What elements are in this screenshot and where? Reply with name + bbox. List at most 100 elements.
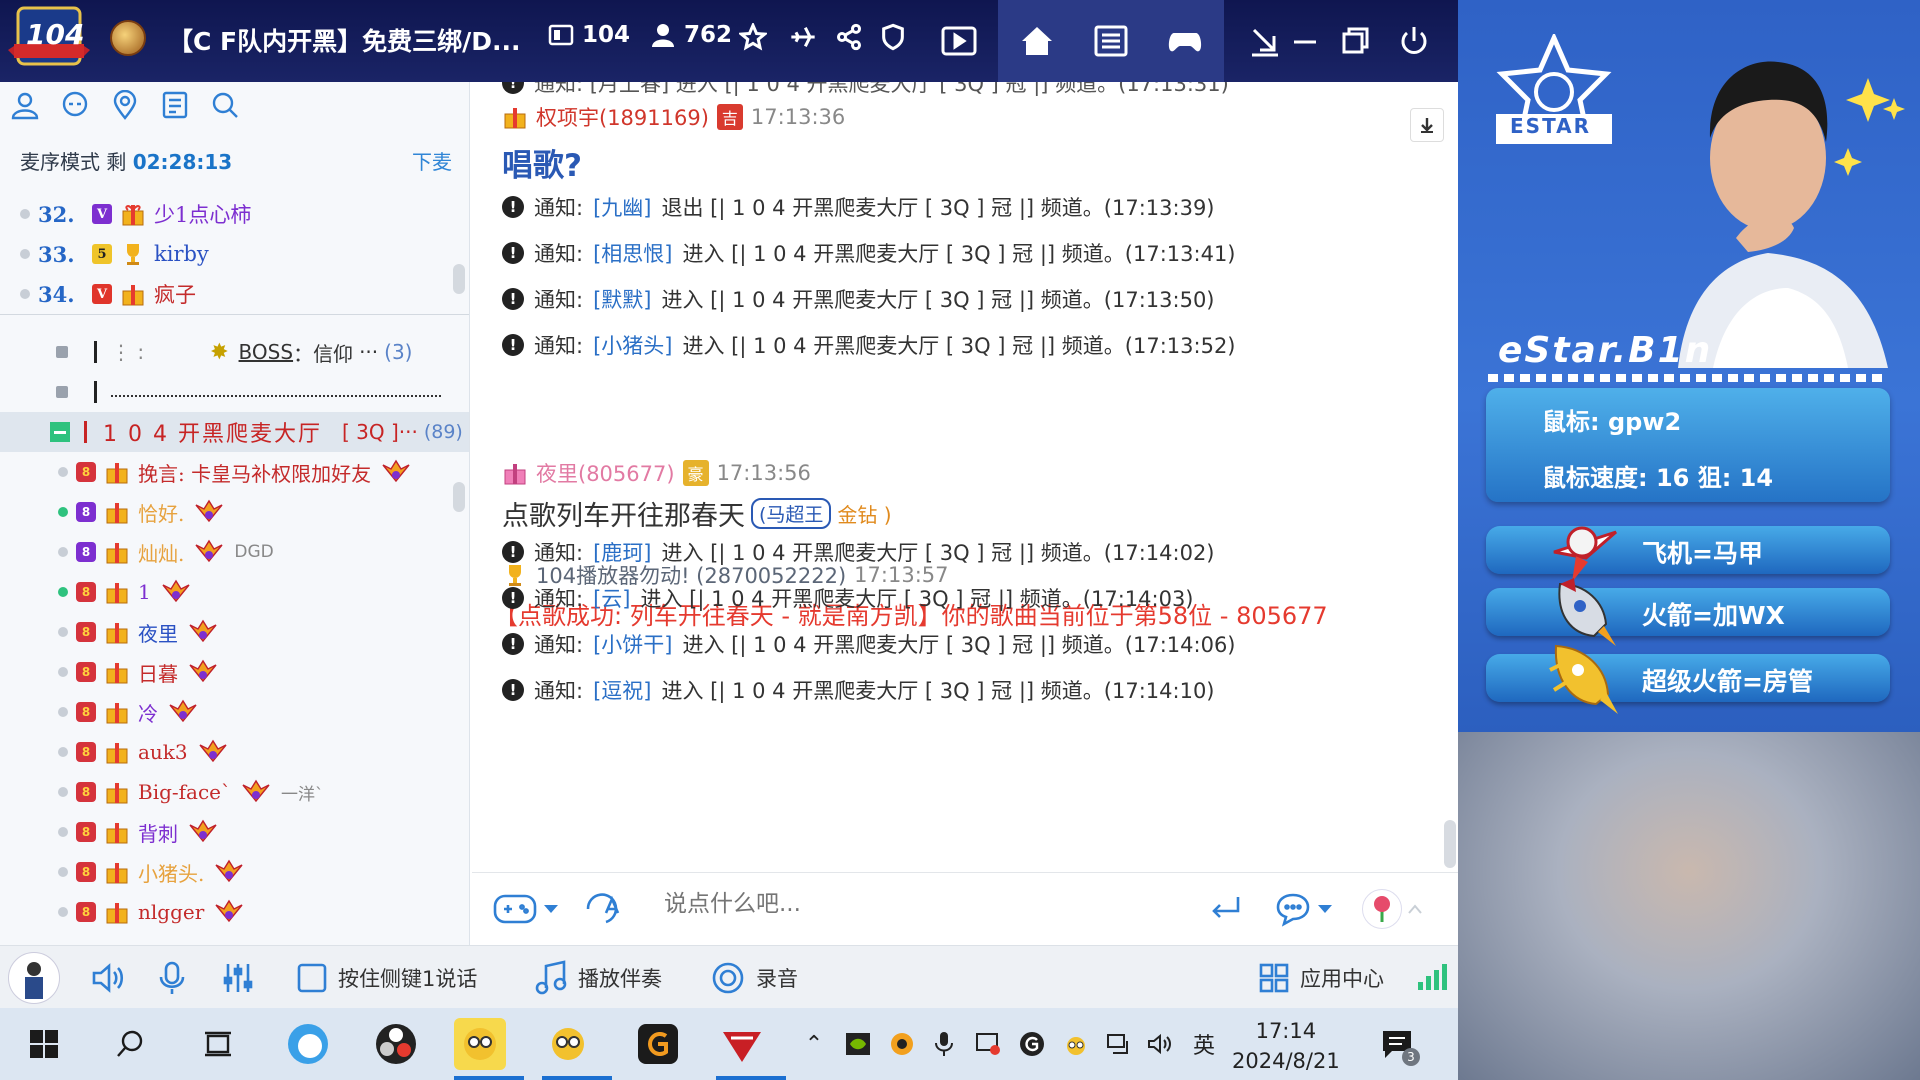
member-row[interactable]: 8 小猪头. (0, 852, 469, 892)
power-icon[interactable] (1384, 0, 1444, 82)
app-tray-icon[interactable] (888, 1030, 916, 1058)
translate-button[interactable] (584, 889, 624, 929)
notice-text: 通知: [月上春] 进入 [| 1 0 4 开黑爬麦大厅 [ 3Q ] 冠 |]… (534, 82, 1229, 96)
member-row[interactable]: 81 (0, 572, 469, 612)
notification-icon[interactable]: 3 (1380, 1028, 1420, 1066)
queue-scrollbar[interactable] (453, 264, 465, 294)
microphone-button[interactable] (156, 958, 188, 998)
ime-indicator[interactable]: 英 (1190, 1030, 1218, 1059)
avatar[interactable] (8, 952, 60, 1004)
grid-icon (1259, 963, 1289, 993)
emoji-game-button[interactable] (492, 889, 560, 929)
info-icon: ! (502, 679, 524, 701)
task-view-icon[interactable] (192, 1018, 244, 1070)
sub-channel-row[interactable] (0, 372, 469, 412)
message-type-button[interactable] (1274, 889, 1334, 929)
gift-icon (104, 539, 130, 565)
restore-icon[interactable] (1330, 0, 1380, 82)
notice-user[interactable]: [相思恨] (593, 238, 672, 268)
search-icon[interactable] (210, 90, 240, 120)
location-icon[interactable] (110, 89, 140, 120)
member-row[interactable]: 8 auk3 (0, 732, 469, 772)
list-nav-icon[interactable] (1072, 0, 1150, 82)
chat-input[interactable] (664, 891, 1124, 917)
voice-app-icon[interactable] (454, 1018, 524, 1080)
member-row[interactable]: 8 背刺 (0, 812, 469, 852)
member-row[interactable]: 8 挽言: 卡皇马补权限加好友 (0, 452, 469, 492)
scroll-down-button[interactable] (1410, 108, 1444, 142)
shield-icon[interactable] (878, 22, 908, 52)
send-button[interactable] (1208, 889, 1244, 929)
flower-button[interactable] (1362, 889, 1424, 929)
home-nav-icon[interactable] (998, 0, 1076, 82)
channel-row[interactable]: 1 0 4 开黑爬麦大厅 [ 3Q ]··· (89) (0, 412, 469, 452)
video-nav-icon[interactable] (920, 0, 998, 82)
notice-user[interactable]: [鹿珂] (593, 537, 651, 567)
music-note-icon (535, 960, 567, 995)
member-badge-icon: 8 (76, 702, 96, 722)
notice-user[interactable]: [小饼干] (593, 629, 672, 659)
accompany-button[interactable]: 播放伴奏 (534, 958, 662, 998)
chat-scrollbar[interactable] (1444, 820, 1456, 868)
gift-rule-pill: 飞机=马甲 (1486, 526, 1890, 582)
browser-icon[interactable] (282, 1018, 334, 1070)
wing-badge-icon (186, 659, 220, 685)
member-scrollbar[interactable] (453, 482, 465, 512)
member-row[interactable]: 8 恰好. (0, 492, 469, 532)
minimize-icon[interactable] (1280, 0, 1330, 82)
queue-item[interactable]: 32. V 少1点心柿 (20, 194, 251, 234)
sender-name[interactable]: 权项宇(1891169) (536, 102, 709, 132)
notice-user[interactable]: [云] (593, 583, 630, 613)
queue-name: kirby (154, 242, 209, 266)
collapse-icon[interactable] (50, 422, 70, 442)
screen-record-icon[interactable] (974, 1030, 1002, 1058)
record-button[interactable]: 录音 (710, 958, 798, 998)
member-name: 挽言: 卡皇马补权限加好友 (138, 461, 372, 486)
crossfire-icon[interactable] (716, 1018, 786, 1080)
leave-mic-button[interactable]: 下麦 (412, 146, 452, 175)
gamepad-nav-icon[interactable] (1146, 0, 1224, 82)
member-row[interactable]: 8冷 (0, 692, 469, 732)
member-row[interactable]: 8 日暮 (0, 652, 469, 692)
sub-channel-row[interactable]: ⋮ : ✸ BOSS ： 信仰 ··· (3) (0, 332, 469, 372)
tree-line (94, 381, 97, 403)
member-row[interactable]: 8 nlgger (0, 892, 469, 932)
network-icon[interactable] (1104, 1030, 1132, 1058)
queue-item[interactable]: 33. 5 kirby (20, 234, 251, 274)
notice-user[interactable]: [九幽] (593, 192, 651, 222)
tray-expand-icon[interactable]: ⌃ (800, 1030, 828, 1058)
mic-tray-icon[interactable] (930, 1030, 958, 1058)
chat-bubble-icon[interactable] (60, 90, 90, 120)
nvidia-icon[interactable] (844, 1030, 872, 1058)
volume-icon[interactable] (1146, 1030, 1174, 1058)
plane-icon[interactable] (788, 22, 818, 52)
share-icon[interactable] (834, 22, 864, 52)
streamer-name: eStar.B1n (1498, 330, 1713, 371)
voice-app-icon-2[interactable] (542, 1018, 612, 1080)
sender-name[interactable]: 夜里(805677) (536, 458, 675, 488)
push-to-talk-button[interactable]: 按住侧键1说话 (296, 958, 477, 998)
estar-logo (1496, 34, 1612, 144)
notes-icon[interactable] (160, 90, 190, 120)
sub-channel-text: 信仰 (313, 341, 354, 366)
notice-user[interactable]: [小猪头] (593, 330, 672, 360)
mixer-button[interactable] (220, 958, 256, 998)
member-row[interactable]: 8 灿灿. DGD (0, 532, 469, 572)
queue-item[interactable]: 34. V 疯子 (20, 274, 251, 314)
member-row[interactable]: 8 Big-face` 一洋` (0, 772, 469, 812)
search-icon[interactable] (104, 1018, 156, 1070)
g-app-icon[interactable] (1018, 1030, 1046, 1058)
notice-user[interactable]: [默默] (593, 284, 651, 314)
wing-badge-icon (239, 779, 273, 805)
favorite-star-icon[interactable] (738, 22, 768, 52)
notice-user[interactable]: [逗祝] (593, 675, 651, 705)
cat-app-icon[interactable] (1062, 1030, 1090, 1058)
start-icon[interactable] (18, 1018, 70, 1070)
obs-icon[interactable] (370, 1018, 422, 1070)
member-row[interactable]: 8 夜里 (0, 612, 469, 652)
app-center-button[interactable]: 应用中心 (1258, 958, 1384, 998)
game-launcher-icon[interactable] (632, 1018, 684, 1070)
system-clock[interactable]: 17:14 2024/8/21 (1232, 1016, 1340, 1076)
speaker-button[interactable] (90, 958, 126, 998)
profile-icon[interactable] (10, 90, 40, 120)
